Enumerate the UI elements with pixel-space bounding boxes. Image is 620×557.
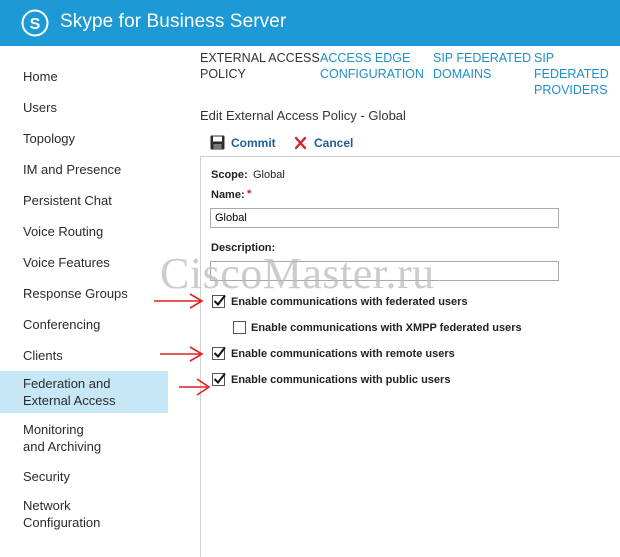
skype-logo-icon: S xyxy=(21,9,49,37)
sidebar-item-voice-routing[interactable]: Voice Routing xyxy=(0,223,168,240)
sidebar-item-conferencing[interactable]: Conferencing xyxy=(0,316,168,333)
scope-label: Scope: xyxy=(211,169,248,181)
svg-text:S: S xyxy=(30,16,41,33)
cancel-label: Cancel xyxy=(314,136,354,150)
tab-sip-federated-domains[interactable]: SIP FEDERATED DOMAINS xyxy=(433,50,531,82)
remote-users-checkbox[interactable] xyxy=(212,346,226,360)
close-icon xyxy=(294,136,307,150)
sidebar-item-monitoring[interactable]: Monitoring and Archiving xyxy=(0,421,168,455)
xmpp-federated-users-checkbox[interactable] xyxy=(233,321,246,334)
sidebar-item-users[interactable]: Users xyxy=(0,99,168,116)
remote-users-label: Enable communications with remote users xyxy=(231,348,455,360)
scope-value: Global xyxy=(253,169,285,181)
arrow-right-icon xyxy=(179,378,211,396)
sidebar-item-persistent-chat[interactable]: Persistent Chat xyxy=(0,192,168,209)
sidebar-item-im-presence[interactable]: IM and Presence xyxy=(0,161,168,178)
tab-external-access-policy[interactable]: EXTERNAL ACCESS POLICY xyxy=(200,50,320,82)
sidebar-item-federation[interactable]: Federation and External Access xyxy=(0,371,168,413)
page-title: Edit External Access Policy - Global xyxy=(200,108,406,123)
sidebar-item-response-groups[interactable]: Response Groups xyxy=(0,285,168,302)
app-title: Skype for Business Server xyxy=(60,11,287,32)
top-bar: S Skype for Business Server xyxy=(0,0,620,46)
tab-access-edge-configuration[interactable]: ACCESS EDGE CONFIGURATION xyxy=(320,50,424,82)
sidebar-item-home[interactable]: Home xyxy=(0,68,168,85)
commit-button[interactable]: Commit xyxy=(210,135,280,151)
sidebar-item-network-config[interactable]: Network Configuration xyxy=(0,497,168,531)
checkmark-icon xyxy=(213,372,226,385)
commit-label: Commit xyxy=(231,136,276,150)
xmpp-federated-users-label: Enable communications with XMPP federate… xyxy=(251,322,522,334)
name-label: Name: xyxy=(211,189,245,201)
required-marker: * xyxy=(247,188,252,200)
public-users-checkbox[interactable] xyxy=(212,372,226,386)
tab-sip-federated-providers[interactable]: SIP FEDERATED PROVIDERS xyxy=(534,50,620,98)
cancel-button[interactable]: Cancel xyxy=(294,135,354,151)
sidebar-item-voice-features[interactable]: Voice Features xyxy=(0,254,168,271)
checkmark-icon xyxy=(213,346,226,359)
sidebar-item-security[interactable]: Security xyxy=(0,468,168,485)
public-users-label: Enable communications with public users xyxy=(231,374,451,386)
sidebar-item-topology[interactable]: Topology xyxy=(0,130,168,147)
name-input[interactable] xyxy=(210,208,559,228)
arrow-right-icon xyxy=(154,293,204,309)
sidebar-item-clients[interactable]: Clients xyxy=(0,347,168,364)
arrow-right-icon xyxy=(160,346,204,362)
sidebar-nav: Home Users Topology IM and Presence Pers… xyxy=(0,46,168,547)
save-icon xyxy=(210,135,225,150)
